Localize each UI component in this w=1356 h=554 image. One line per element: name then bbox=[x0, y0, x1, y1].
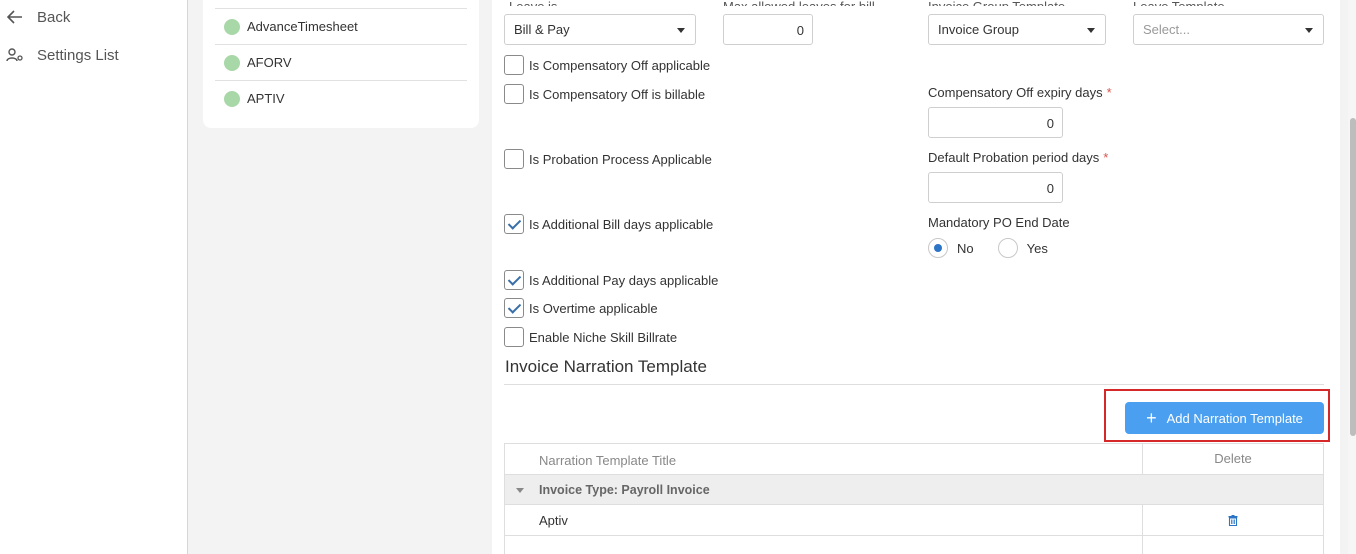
status-dot bbox=[224, 18, 240, 35]
radio-no-label: No bbox=[957, 240, 974, 256]
radio-yes-label: Yes bbox=[1026, 240, 1048, 256]
probation-applicable-row[interactable]: Is Probation Process Applicable bbox=[504, 149, 712, 169]
add-narration-template-button[interactable]: + Add Narration Template bbox=[1125, 402, 1324, 434]
comp-off-expiry-input[interactable]: 0 bbox=[928, 107, 1063, 138]
niche-skill-checkbox[interactable] bbox=[504, 327, 524, 347]
overtime-checkbox[interactable] bbox=[504, 298, 524, 318]
niche-skill-label: Enable Niche Skill Billrate bbox=[529, 329, 678, 345]
invoice-group-value: Invoice Group bbox=[938, 22, 1019, 37]
client-item[interactable]: AdvanceTimesheet bbox=[215, 8, 467, 44]
status-dot bbox=[224, 54, 240, 71]
additional-bill-days-checkbox[interactable] bbox=[504, 214, 524, 234]
client-item[interactable]: APTIV bbox=[215, 80, 467, 116]
status-dot bbox=[224, 90, 240, 107]
radio-yes[interactable] bbox=[997, 238, 1018, 258]
arrow-left-icon bbox=[6, 8, 24, 26]
comp-off-expiry-text: Compensatory Off expiry days bbox=[928, 85, 1103, 100]
trash-icon[interactable] bbox=[1228, 515, 1238, 526]
leave-is-value: Bill & Pay bbox=[514, 22, 570, 37]
comp-off-applicable-label: Is Compensatory Off applicable bbox=[529, 57, 711, 73]
back-label: Back bbox=[37, 8, 71, 26]
max-leaves-input[interactable]: 0 bbox=[723, 14, 813, 45]
additional-bill-days-label: Is Additional Bill days applicable bbox=[529, 216, 714, 232]
client-item[interactable]: AFORV bbox=[215, 44, 467, 80]
back-link[interactable]: Back bbox=[6, 8, 70, 26]
comp-off-applicable-checkbox[interactable] bbox=[504, 55, 524, 75]
collapse-caret-icon[interactable] bbox=[516, 488, 524, 493]
settings-list-link[interactable]: Settings List bbox=[6, 46, 119, 64]
probation-days-label: Default Probation period days * bbox=[928, 150, 1108, 165]
group-row[interactable]: Invoice Type: Payroll Invoice bbox=[505, 475, 1323, 505]
user-settings-icon bbox=[6, 46, 24, 64]
section-divider bbox=[504, 384, 1324, 385]
client-list: AdvanceTimesheet AFORV APTIV bbox=[203, 0, 479, 128]
invoice-group-label: Invoice Group Template bbox=[928, 0, 1065, 6]
additional-pay-days-checkbox[interactable] bbox=[504, 270, 524, 290]
additional-pay-days-label: Is Additional Pay days applicable bbox=[529, 272, 719, 288]
group-label: Invoice Type: Payroll Invoice bbox=[539, 483, 710, 497]
leave-template-label: Leave Template bbox=[1133, 0, 1225, 6]
comp-off-applicable-row[interactable]: Is Compensatory Off applicable bbox=[504, 55, 710, 75]
plus-icon: + bbox=[1146, 408, 1157, 428]
narration-title-cell: Aptiv bbox=[539, 513, 568, 528]
required-mark: * bbox=[1106, 85, 1112, 100]
delete-cell bbox=[1142, 505, 1323, 536]
leave-is-label: Leave is bbox=[509, 0, 557, 6]
table-row bbox=[505, 536, 1323, 554]
table-row: Aptiv bbox=[505, 505, 1323, 536]
probation-applicable-checkbox[interactable] bbox=[504, 149, 524, 169]
probation-days-input[interactable]: 0 bbox=[928, 172, 1063, 203]
niche-skill-row[interactable]: Enable Niche Skill Billrate bbox=[504, 327, 677, 347]
chevron-down-icon bbox=[677, 28, 685, 33]
comp-off-expiry-label: Compensatory Off expiry days * bbox=[928, 85, 1112, 100]
chevron-down-icon bbox=[1305, 28, 1313, 33]
narration-section-title: Invoice Narration Template bbox=[505, 357, 707, 376]
client-name: AdvanceTimesheet bbox=[247, 19, 358, 34]
required-mark: * bbox=[1103, 150, 1109, 165]
overtime-row[interactable]: Is Overtime applicable bbox=[504, 298, 658, 318]
left-nav: Back Settings List bbox=[0, 0, 188, 554]
chevron-down-icon bbox=[1087, 28, 1095, 33]
leave-template-select[interactable]: Select... bbox=[1133, 14, 1324, 45]
probation-days-text: Default Probation period days bbox=[928, 150, 1100, 165]
column-header-delete: Delete bbox=[1142, 444, 1323, 474]
additional-bill-days-row[interactable]: Is Additional Bill days applicable bbox=[504, 214, 713, 234]
column-header-title[interactable]: Narration Template Title bbox=[539, 453, 676, 468]
probation-applicable-label: Is Probation Process Applicable bbox=[529, 151, 712, 167]
overtime-label: Is Overtime applicable bbox=[529, 300, 658, 316]
radio-no[interactable] bbox=[928, 238, 948, 258]
table-header: Narration Template Title Delete bbox=[505, 443, 1323, 475]
add-narration-template-label: Add Narration Template bbox=[1166, 410, 1303, 426]
client-name: APTIV bbox=[247, 91, 285, 106]
leave-template-placeholder: Select... bbox=[1143, 22, 1190, 37]
mandatory-po-label: Mandatory PO End Date bbox=[928, 215, 1070, 230]
comp-off-billable-checkbox[interactable] bbox=[504, 84, 524, 104]
mandatory-po-radio-group: No Yes bbox=[928, 238, 1048, 258]
scrollbar-thumb[interactable] bbox=[1350, 118, 1356, 436]
client-name: AFORV bbox=[247, 55, 292, 70]
settings-list-label: Settings List bbox=[37, 46, 119, 64]
comp-off-billable-label: Is Compensatory Off is billable bbox=[529, 86, 706, 102]
additional-pay-days-row[interactable]: Is Additional Pay days applicable bbox=[504, 270, 718, 290]
narration-table: Narration Template Title Delete Invoice … bbox=[504, 443, 1324, 554]
comp-off-billable-row[interactable]: Is Compensatory Off is billable bbox=[504, 84, 705, 104]
leave-is-select[interactable]: Bill & Pay bbox=[504, 14, 696, 45]
max-leaves-label: Max allowed leaves for bill bbox=[723, 0, 875, 6]
invoice-group-select[interactable]: Invoice Group bbox=[928, 14, 1106, 45]
column-separator bbox=[1142, 536, 1143, 554]
